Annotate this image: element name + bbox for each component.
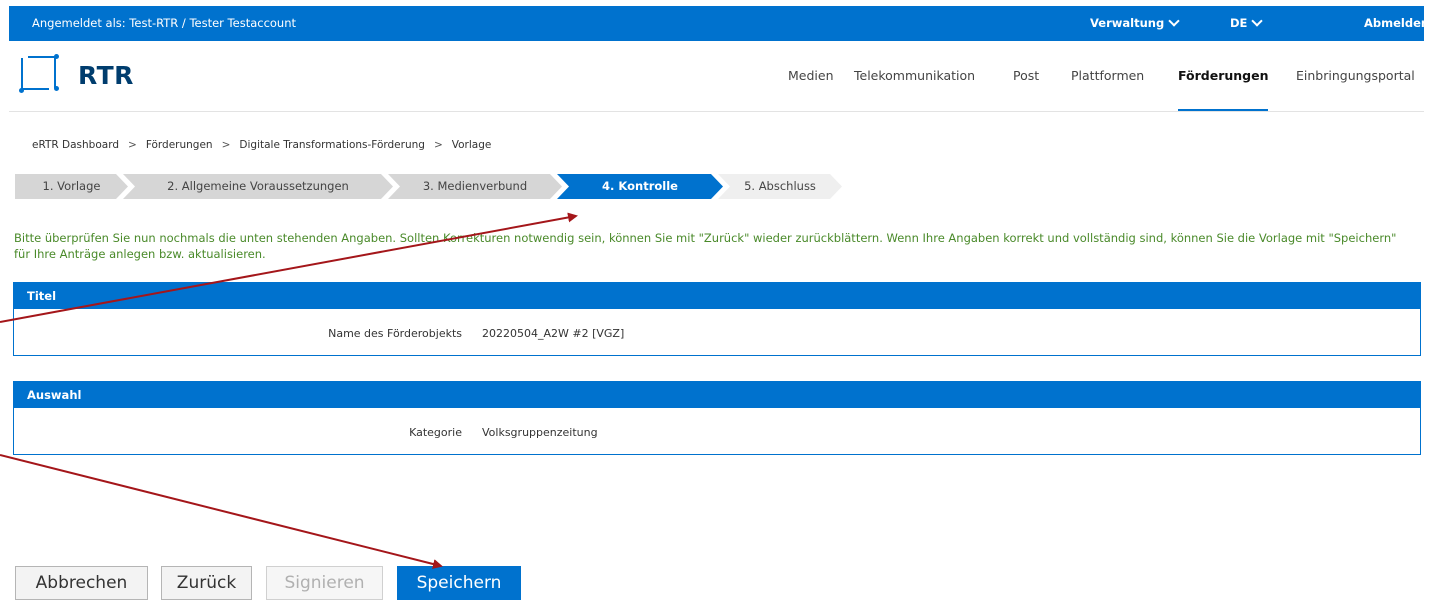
nav-medien[interactable]: Medien bbox=[788, 68, 834, 83]
field-value-foerderobjekt: 20220504_A2W #2 [VGZ] bbox=[482, 327, 625, 340]
panel-titel-row: Name des Förderobjekts 20220504_A2W #2 [… bbox=[14, 309, 1420, 355]
breadcrumb-item-dashboard[interactable]: eRTR Dashboard bbox=[32, 139, 119, 151]
logout-link[interactable]: Abmelden bbox=[1364, 16, 1429, 30]
nav-telekommunikation[interactable]: Telekommunikation bbox=[854, 68, 975, 83]
panel-auswahl-row: Kategorie Volksgruppenzeitung bbox=[14, 408, 1420, 454]
step-vorlage[interactable]: 1. Vorlage bbox=[15, 174, 128, 199]
field-label-kategorie: Kategorie bbox=[409, 426, 462, 439]
breadcrumb: eRTR Dashboard > Förderungen > Digitale Tran… bbox=[32, 139, 491, 151]
save-button[interactable]: Speichern bbox=[397, 566, 521, 600]
admin-menu-label: Verwaltung bbox=[1090, 16, 1165, 30]
breadcrumb-item-digitale-transformation[interactable]: Digitale Transformations-Förderung bbox=[239, 139, 425, 151]
admin-menu[interactable]: Verwaltung bbox=[1090, 15, 1180, 30]
breadcrumb-separator: > bbox=[128, 139, 137, 151]
header-divider bbox=[9, 111, 1424, 112]
sign-button: Signieren bbox=[266, 566, 383, 600]
review-instructions: Bitte überprüfen Sie nun nochmals die un… bbox=[14, 231, 1397, 261]
breadcrumb-item-vorlage: Vorlage bbox=[451, 139, 492, 151]
annotation-arrow-to-speichern bbox=[0, 454, 443, 569]
step-abschluss: 5. Abschluss bbox=[718, 174, 842, 199]
breadcrumb-separator: > bbox=[221, 139, 231, 151]
field-label-foerderobjekt: Name des Förderobjekts bbox=[328, 327, 462, 340]
chevron-down-icon bbox=[1168, 15, 1180, 27]
nav-einbringungsportal[interactable]: Einbringungsportal bbox=[1296, 68, 1415, 83]
breadcrumb-item-foerderungen[interactable]: Förderungen bbox=[146, 139, 213, 151]
nav-foerderungen[interactable]: Förderungen bbox=[1178, 68, 1269, 83]
cancel-button[interactable]: Abbrechen bbox=[15, 566, 148, 600]
step-allgemeine-voraussetzungen[interactable]: 2. Allgemeine Voraussetzungen bbox=[123, 174, 393, 199]
logged-in-user: Angemeldet als: Test-RTR / Tester Testac… bbox=[32, 16, 297, 30]
panel-titel: Titel Name des Förderobjekts 20220504_A2… bbox=[13, 282, 1421, 356]
step-kontrolle[interactable]: 4. Kontrolle bbox=[557, 174, 723, 199]
panel-auswahl-header: Auswahl bbox=[14, 382, 1420, 408]
language-menu[interactable]: DE bbox=[1230, 15, 1264, 30]
nav-post[interactable]: Post bbox=[1013, 68, 1039, 83]
back-button[interactable]: Zurück bbox=[161, 566, 252, 600]
nav-plattformen[interactable]: Plattformen bbox=[1071, 68, 1144, 83]
rtr-logo-icon bbox=[18, 53, 66, 98]
chevron-down-icon bbox=[1251, 15, 1264, 27]
rtr-logo-text: RTR bbox=[78, 61, 134, 90]
panel-auswahl: Auswahl Kategorie Volksgruppenzeitung bbox=[13, 381, 1421, 455]
step-medienverbund[interactable]: 3. Medienverbund bbox=[388, 174, 562, 199]
rtr-logo[interactable]: RTR bbox=[18, 53, 138, 98]
language-menu-label: DE bbox=[1230, 16, 1248, 30]
panel-titel-header: Titel bbox=[14, 283, 1420, 309]
field-value-kategorie: Volksgruppenzeitung bbox=[482, 426, 598, 439]
top-bar: Angemeldet als: Test-RTR / Tester Testac… bbox=[9, 6, 1429, 41]
breadcrumb-separator: > bbox=[433, 139, 443, 151]
